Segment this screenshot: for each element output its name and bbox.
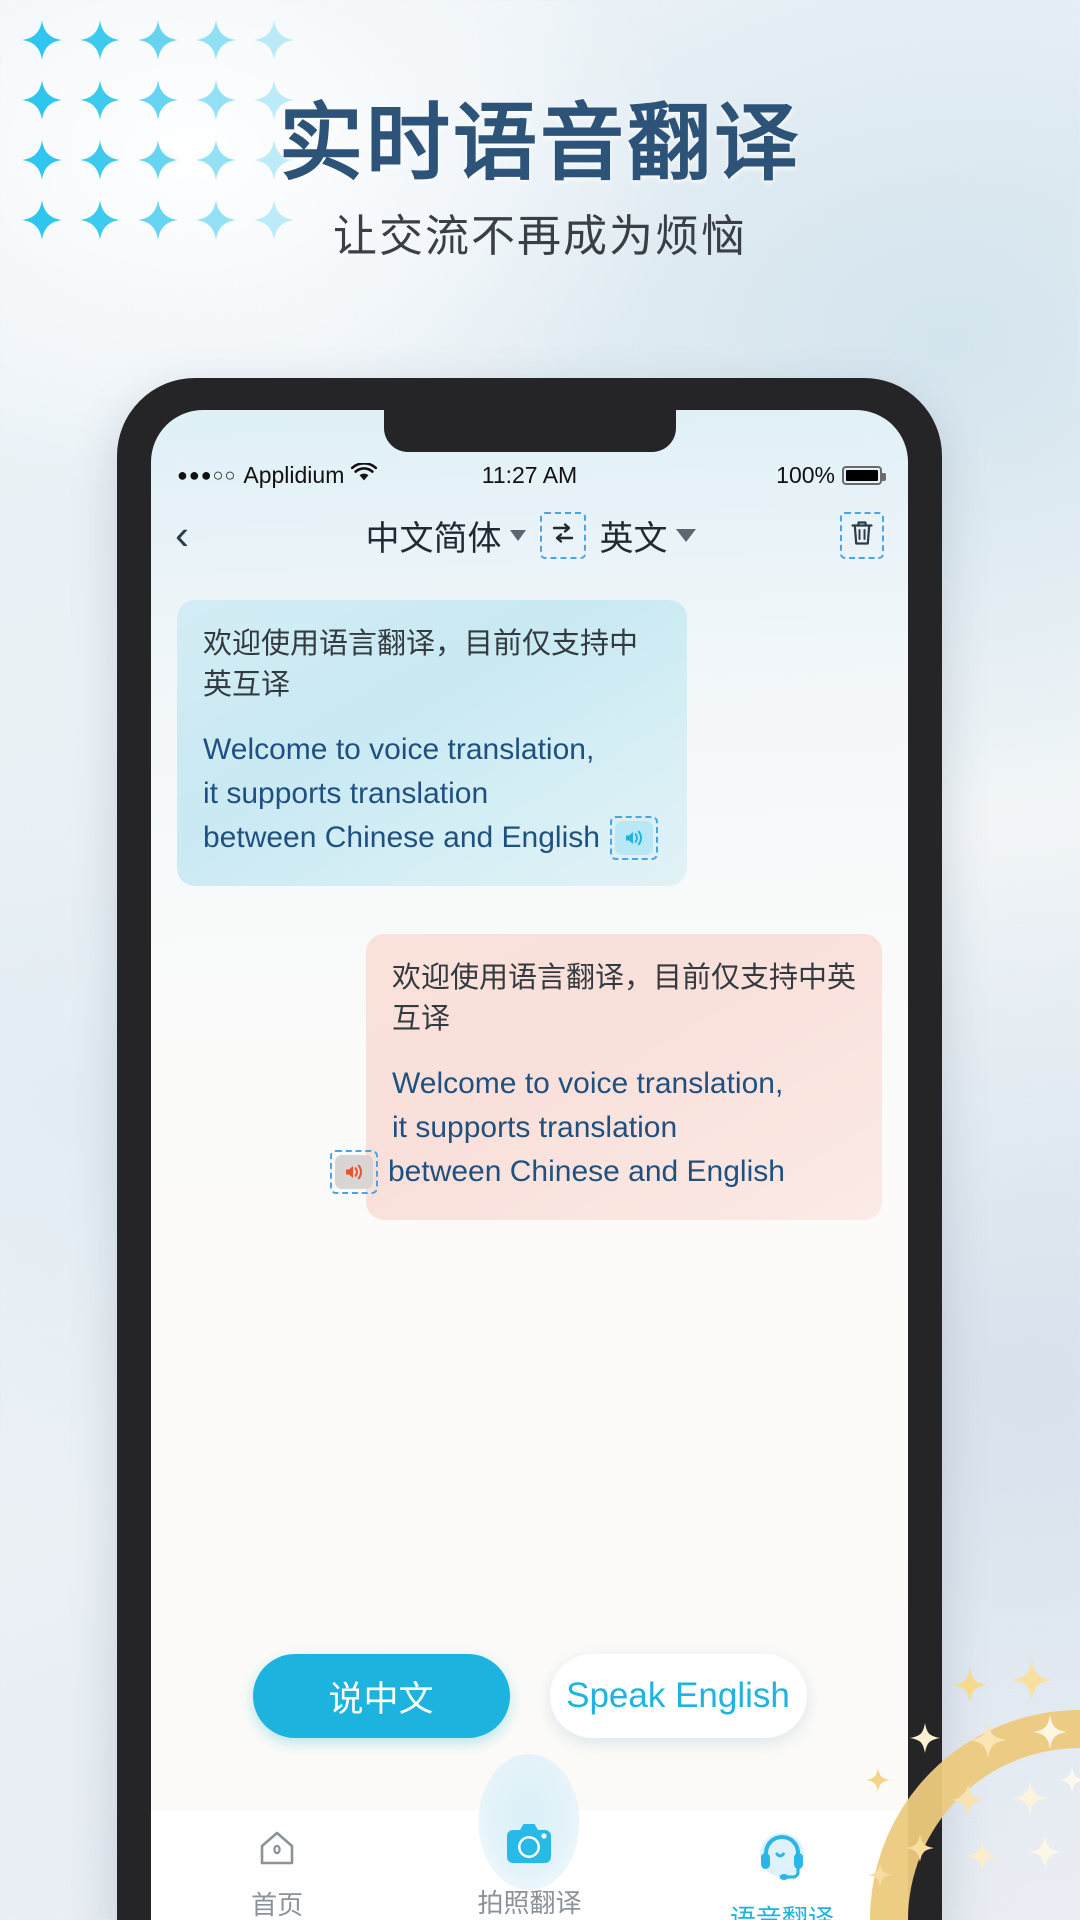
tab-voice-translate[interactable]: 语音翻译 [656,1824,908,1920]
status-bar-right: 100% [776,461,886,489]
speaker-wave-icon [335,1154,373,1189]
swap-languages-icon [548,518,578,553]
swap-languages-button[interactable] [539,511,586,559]
headset-icon [744,1824,820,1891]
page-title: 实时语音翻译 [278,96,801,190]
sparkle-icon [254,20,294,60]
message-english-line: it supports translation [392,1111,678,1145]
chevron-down-icon [509,529,526,541]
sparkle-icon [22,20,62,60]
speak-button-row: 说中文 Speak English [151,1654,908,1738]
message-english-text: Welcome to voice translation, it support… [330,1062,856,1194]
sparkle-icon [80,20,120,60]
page-subtitle: 让交流不再成为烦恼 [333,212,747,261]
nav-bar: ‹ 中文简体 英文 [151,498,908,572]
source-language-label: 中文简体 [365,519,502,558]
bottom-tab-bar: 首页 拍照翻译 语音翻译 [151,1754,908,1920]
battery-percent-label: 100% [776,461,835,488]
home-icon [253,1824,301,1877]
message-english-text: Welcome to voice translation, it support… [203,728,661,860]
tab-voice-translate-label: 语音翻译 [729,1904,834,1920]
tab-photo-translate[interactable]: 拍照翻译 [403,1754,655,1920]
phone-screen: ●●●○○ Applidium 11:27 AM 100% ‹ 中文简体 英文 … [151,410,908,1920]
message-english-line: it supports translation [203,777,489,811]
message-english-line: between Chinese and English [203,821,600,855]
message-english-line: Welcome to voice translation, [392,1067,784,1101]
chat-bubble-right: 欢迎使用语言翻译，目前仅支持中英互译 Welcome to voice tran… [330,933,882,1220]
source-language-selector[interactable]: 中文简体 [366,511,526,560]
message-chinese-text: 欢迎使用语言翻译，目前仅支持中英互译 [203,628,639,702]
tab-home-label: 首页 [251,1890,304,1920]
target-language-selector[interactable]: 英文 [600,511,696,560]
play-audio-button[interactable] [609,815,658,860]
sparkle-icon [196,20,236,60]
message-chinese-text: 欢迎使用语言翻译，目前仅支持中英互译 [392,961,857,1036]
chat-message-list: 欢迎使用语言翻译，目前仅支持中英互译 Welcome to voice tran… [151,578,908,1758]
clear-history-button[interactable] [840,511,884,559]
speak-english-button[interactable]: Speak English [549,1654,807,1738]
camera-icon [500,1818,558,1875]
trash-icon [848,518,876,553]
target-language-label: 英文 [599,519,668,558]
message-english-line: between Chinese and English [388,1154,785,1188]
language-selector-group: 中文简体 英文 [221,511,840,560]
status-bar: ●●●○○ Applidium 11:27 AM 100% [151,452,908,498]
phone-notch [383,410,676,452]
back-button[interactable]: ‹ [175,514,221,556]
message-english-line: Welcome to voice translation, [203,733,595,767]
play-audio-button[interactable] [330,1149,378,1194]
speak-chinese-button[interactable]: 说中文 [252,1654,510,1738]
chevron-down-icon [675,528,696,542]
tab-home[interactable]: 首页 [151,1824,403,1920]
phone-mockup: ●●●○○ Applidium 11:27 AM 100% ‹ 中文简体 英文 … [117,378,942,1920]
sparkle-icon [138,20,178,60]
battery-full-icon [842,465,886,485]
speaker-wave-icon [614,820,653,855]
chat-bubble-left: 欢迎使用语言翻译，目前仅支持中英互译 Welcome to voice tran… [177,600,687,886]
